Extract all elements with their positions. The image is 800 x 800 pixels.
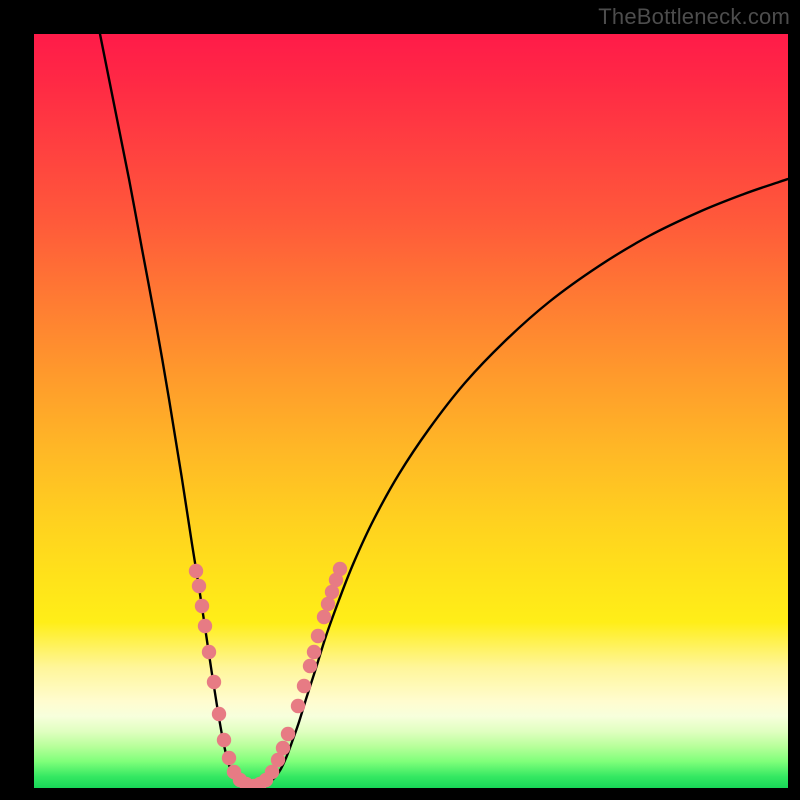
data-marker — [207, 675, 221, 689]
data-marker — [297, 679, 311, 693]
data-marker — [222, 751, 236, 765]
data-marker — [276, 741, 290, 755]
data-marker — [307, 645, 321, 659]
data-marker — [291, 699, 305, 713]
data-marker — [303, 659, 317, 673]
data-marker — [311, 629, 325, 643]
data-marker — [195, 599, 209, 613]
data-marker — [333, 562, 347, 576]
data-marker — [198, 619, 212, 633]
watermark-text: TheBottleneck.com — [598, 4, 790, 30]
plot-area — [34, 34, 788, 788]
data-marker — [317, 610, 331, 624]
chart-frame: TheBottleneck.com — [0, 0, 800, 800]
curve-path — [100, 34, 788, 787]
data-marker — [189, 564, 203, 578]
data-marker — [217, 733, 231, 747]
data-marker — [202, 645, 216, 659]
data-marker — [281, 727, 295, 741]
data-marker — [212, 707, 226, 721]
bottleneck-curve — [34, 34, 788, 788]
data-marker — [192, 579, 206, 593]
